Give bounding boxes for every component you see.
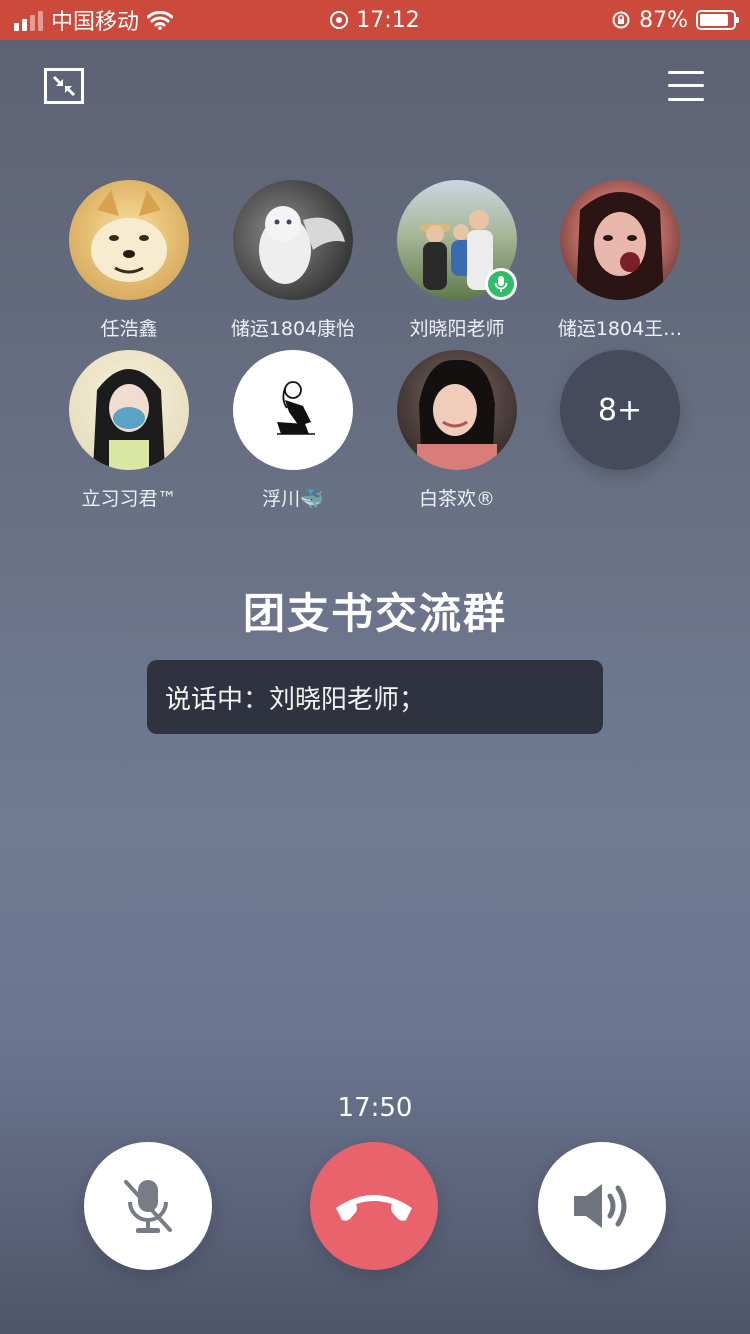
speaking-mic-badge: [485, 268, 517, 300]
phone-hangup-icon: [336, 1195, 412, 1221]
more-participants-button[interactable]: 8+: [538, 350, 702, 470]
status-right: 87%: [611, 0, 739, 40]
screen-record-icon: [330, 11, 349, 29]
participant-name: 白茶欢®: [418, 488, 495, 510]
avatar: [69, 350, 189, 470]
participant-name: 浮川🐳: [262, 488, 324, 510]
minimize-button[interactable]: [44, 68, 84, 104]
avatar: [69, 180, 189, 300]
participant-item[interactable]: 立习习君™: [47, 350, 211, 511]
mic-icon: [494, 276, 508, 292]
participant-name: 储运1804康怡: [230, 318, 356, 340]
participant-item[interactable]: 任浩鑫: [47, 180, 211, 341]
status-time: 17:12: [356, 7, 420, 33]
participant-item[interactable]: 浮川🐳: [211, 350, 375, 511]
call-timer: 17:50: [337, 1093, 413, 1123]
minimize-icon: [52, 75, 76, 97]
speaker-button[interactable]: [538, 1142, 666, 1270]
participant-name: 立习习君™: [81, 488, 177, 510]
avatar: [233, 180, 353, 300]
participant-item[interactable]: 刘晓阳老师: [375, 180, 539, 341]
participant-item[interactable]: 储运1804王…: [538, 180, 702, 341]
participant-name: 任浩鑫: [100, 318, 158, 340]
participant-item[interactable]: 白茶欢®: [375, 350, 539, 511]
mute-button[interactable]: [84, 1142, 212, 1270]
avatar: [233, 350, 353, 470]
battery-percent: 87%: [639, 7, 688, 33]
mic-off-icon: [124, 1180, 172, 1233]
participant-item[interactable]: 储运1804康怡: [211, 180, 375, 341]
rotation-lock-icon: [612, 11, 630, 29]
speaking-text: 说话中：刘晓阳老师；: [165, 684, 426, 715]
menu-icon: [668, 71, 704, 74]
menu-button[interactable]: [668, 70, 704, 102]
speaking-indicator: 说话中：刘晓阳老师；: [147, 660, 603, 734]
more-count: 8+: [560, 350, 680, 470]
status-bar: 中国移动 17:12 87%: [0, 0, 750, 40]
avatar: [397, 350, 517, 470]
participant-name: 储运1804王…: [557, 318, 683, 340]
group-title: 团支书交流群: [242, 589, 507, 638]
participant-name: 刘晓阳老师: [409, 318, 505, 340]
hangup-button[interactable]: [310, 1142, 438, 1270]
avatar: [397, 180, 517, 300]
battery-icon: [696, 10, 739, 30]
avatar: [560, 180, 680, 300]
speaker-icon: [574, 1184, 627, 1228]
